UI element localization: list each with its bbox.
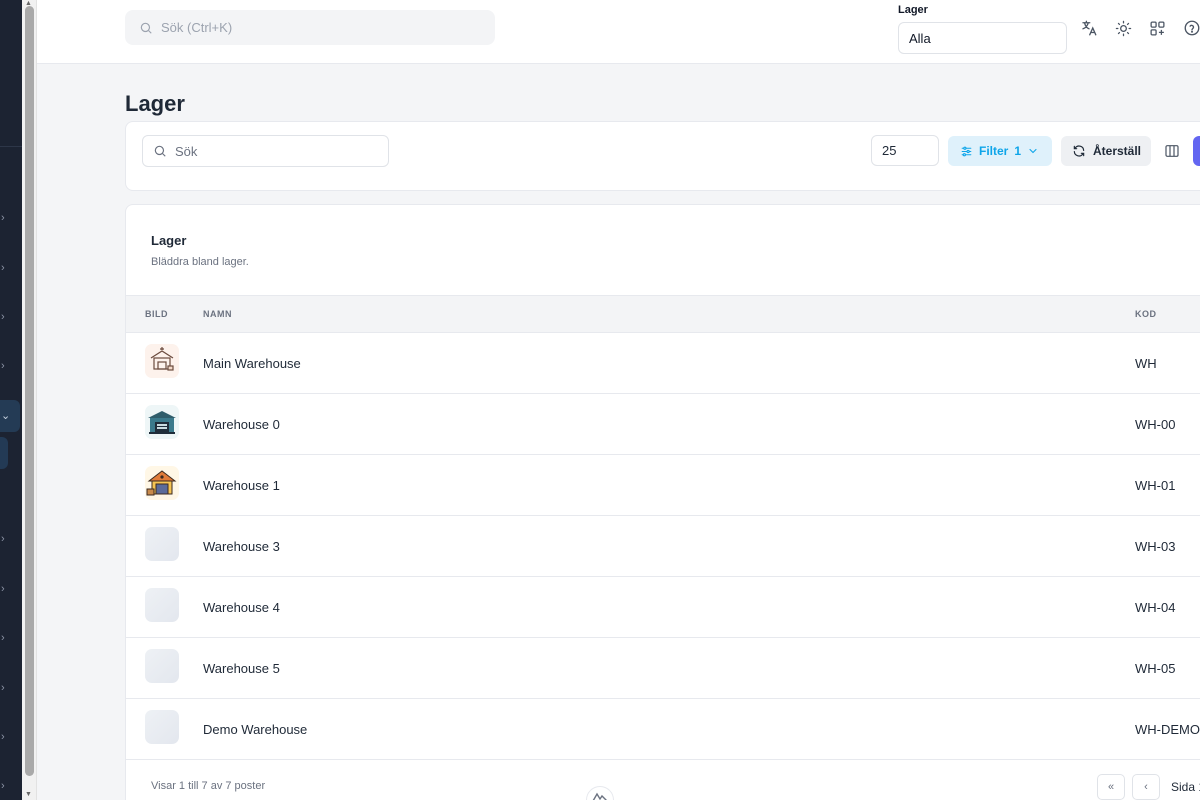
scrollbar[interactable]: ▲ ▼	[22, 0, 37, 800]
page-indicator: Sida 1	[1171, 780, 1200, 794]
chevron-down-icon: ⌄	[1, 410, 11, 422]
table-row[interactable]: Demo Warehouse WH-DEMO	[126, 699, 1200, 760]
scrollbar-thumb[interactable]	[25, 6, 34, 776]
table-row[interactable]: Main Warehouse WH	[126, 333, 1200, 394]
chevron-right-icon[interactable]: ›	[1, 731, 5, 743]
table-subtitle: Bläddra bland lager.	[151, 256, 249, 268]
top-header: Lager Alla	[37, 0, 1200, 64]
warehouse-name: Warehouse 4	[203, 600, 280, 615]
columns-icon[interactable]	[1162, 141, 1182, 161]
table-header: BILD NAMN KOD	[126, 295, 1200, 333]
warehouse-code: WH-DEMO	[1135, 722, 1200, 737]
table-row[interactable]: Warehouse 3 WH-03	[126, 516, 1200, 577]
table-search[interactable]	[142, 135, 389, 167]
primary-action-button[interactable]	[1193, 136, 1200, 166]
chevron-right-icon[interactable]: ›	[1, 632, 5, 644]
store-select-label: Lager	[898, 4, 928, 16]
chevron-right-icon[interactable]: ›	[1, 583, 5, 595]
placeholder-image	[145, 710, 179, 744]
sidebar-divider	[0, 146, 22, 147]
placeholder-image	[145, 588, 179, 622]
page-title: Lager	[125, 91, 185, 116]
first-page-button[interactable]: «	[1097, 774, 1125, 800]
store-select[interactable]: Alla	[898, 22, 1067, 54]
warehouse-name: Warehouse 0	[203, 417, 280, 432]
chevron-right-icon[interactable]: ›	[1, 780, 5, 792]
translate-icon[interactable]	[1079, 18, 1099, 38]
column-header-code[interactable]: KOD	[1135, 309, 1157, 319]
warehouse-name: Demo Warehouse	[203, 722, 308, 737]
filter-count: 1	[1014, 144, 1022, 158]
chevron-right-icon[interactable]: ›	[1, 682, 5, 694]
warehouse-code: WH-00	[1135, 417, 1176, 432]
warehouse-name: Warehouse 1	[203, 478, 280, 493]
chevron-down-icon	[1029, 148, 1037, 154]
reset-label: Återställ	[1093, 144, 1142, 158]
global-search-input[interactable]	[161, 20, 461, 35]
table-row[interactable]: Warehouse 1 WH-01	[126, 455, 1200, 516]
sliders-icon	[961, 146, 972, 156]
warehouse-code: WH-05	[1135, 661, 1176, 676]
sidebar-item-active[interactable]: ⌄	[0, 400, 20, 432]
column-header-name[interactable]: NAMN	[203, 309, 232, 319]
pagination-summary: Visar 1 till 7 av 7 poster	[151, 780, 266, 792]
help-icon[interactable]	[1182, 18, 1200, 38]
apps-grid-icon[interactable]	[1147, 18, 1167, 38]
table-toolbar: 25 Filter 1 Återställ	[125, 121, 1200, 191]
placeholder-image	[145, 527, 179, 561]
chevron-right-icon[interactable]: ›	[1, 533, 5, 545]
warehouse-name: Main Warehouse	[203, 356, 301, 371]
placeholder-image	[145, 649, 179, 683]
scroll-down-icon[interactable]: ▼	[25, 791, 32, 798]
filter-button[interactable]: Filter 1	[948, 136, 1052, 166]
warehouse-sketch-icon	[145, 344, 179, 378]
sidebar-subitem-active[interactable]	[0, 437, 8, 469]
search-icon	[140, 22, 152, 34]
prev-page-button[interactable]: ‹	[1132, 774, 1160, 800]
table-row[interactable]: Warehouse 0 WH-00	[126, 394, 1200, 455]
warehouse-building-icon	[145, 405, 179, 439]
warehouse-code: WH-03	[1135, 539, 1176, 554]
sidebar: › › › › ⌄ › › › › › ›	[0, 0, 22, 800]
table-row[interactable]: Warehouse 4 WH-04	[126, 577, 1200, 638]
table-search-input[interactable]	[175, 143, 375, 159]
warehouse-code: WH	[1135, 356, 1157, 371]
column-header-image[interactable]: BILD	[145, 309, 168, 319]
refresh-icon	[1073, 145, 1085, 157]
warehouse-code: WH-04	[1135, 600, 1176, 615]
chevron-right-icon[interactable]: ›	[1, 360, 5, 372]
warehouse-code: WH-01	[1135, 478, 1176, 493]
chevron-right-icon[interactable]: ›	[1, 212, 5, 224]
filter-label: Filter	[979, 144, 1009, 158]
per-page-select[interactable]: 25	[871, 135, 939, 166]
warehouse-name: Warehouse 3	[203, 539, 280, 554]
table-row[interactable]: Warehouse 5 WH-05	[126, 638, 1200, 699]
chevron-right-icon[interactable]: ›	[1, 262, 5, 274]
warehouse-table-card: Lager Bläddra bland lager. BILD NAMN KOD…	[125, 204, 1200, 800]
reset-button[interactable]: Återställ	[1061, 136, 1151, 166]
theme-sun-icon[interactable]	[1113, 18, 1133, 38]
search-icon	[154, 145, 166, 157]
warehouse-house-icon	[145, 466, 179, 500]
table-title: Lager	[151, 233, 187, 248]
warehouse-name: Warehouse 5	[203, 661, 280, 676]
global-search[interactable]	[125, 10, 495, 45]
chevron-right-icon[interactable]: ›	[1, 311, 5, 323]
